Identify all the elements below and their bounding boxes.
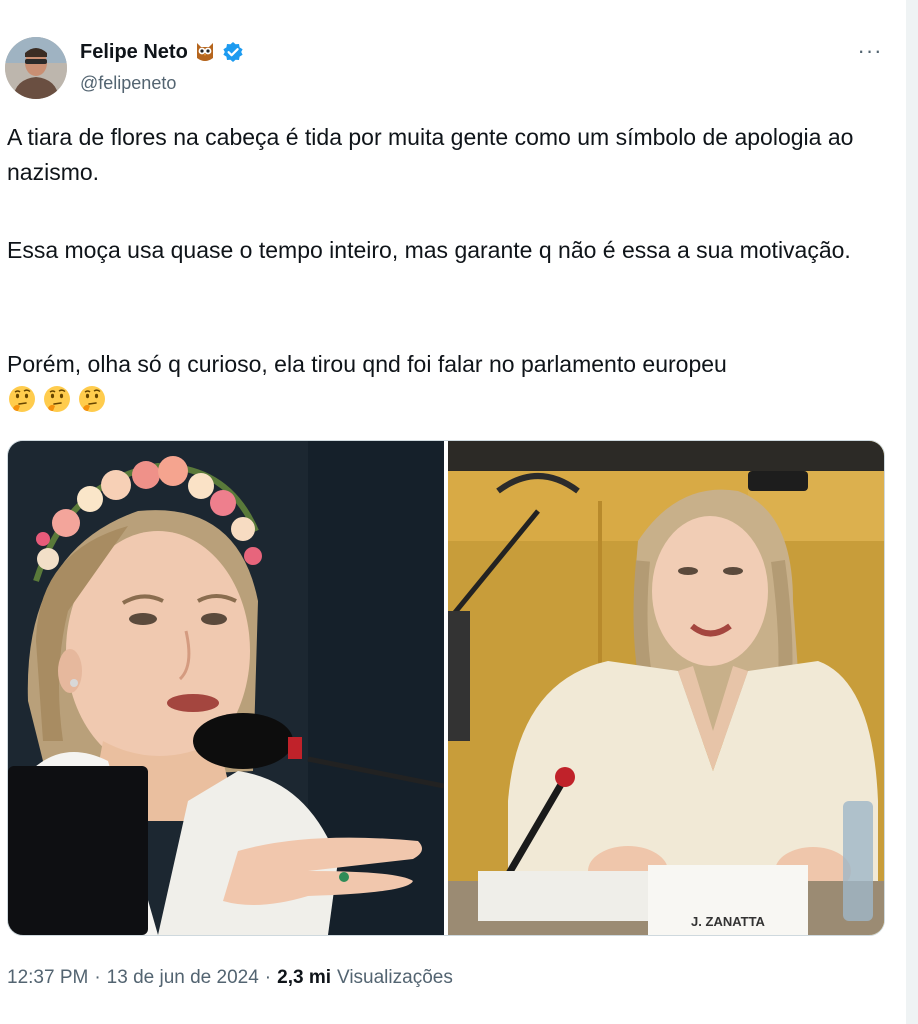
avatar-image [5,37,67,99]
nameplate-text: J. ZANATTA [691,914,766,929]
avatar[interactable] [5,37,67,99]
tweet-meta: 12:37 PM · 13 de jun de 2024 · 2,3 mi Vi… [7,967,453,989]
meta-separator: · [264,967,272,988]
verified-badge-icon [222,41,244,63]
emoji-row [7,384,107,414]
woman-flower-crown-photo [8,441,444,935]
author-handle[interactable]: @felipeneto [80,73,176,94]
media-photo-right[interactable]: J. ZANATTA [448,441,884,935]
media-photo-left[interactable] [8,441,444,935]
author-name-row: Felipe Neto [80,40,244,64]
author-display-name[interactable]: Felipe Neto [80,41,188,64]
more-options-button[interactable]: ··· [852,36,888,66]
tweet-paragraph: A tiara de flores na cabeça é tida por m… [7,124,854,185]
more-options-icon: ··· [857,38,883,63]
woman-parliament-photo: J. ZANATTA [448,441,884,935]
tweet-paragraph: Essa moça usa quase o tempo inteiro, mas… [7,237,851,263]
tweet-date[interactable]: 13 de jun de 2024 [107,967,259,989]
thinking-face-icon [42,384,72,414]
views-label: Visualizações [337,967,453,988]
tweet-card: Felipe Neto @felipeneto ··· A tiara de f… [0,0,906,1024]
meta-separator: · [94,967,101,988]
tweet-time[interactable]: 12:37 PM [7,967,88,989]
thinking-face-icon [77,384,107,414]
tweet-media[interactable]: J. ZANATTA [7,440,885,936]
tweet-paragraph: Porém, olha só q curioso, ela tirou qnd … [7,351,727,377]
right-scroll-rail [906,0,918,1024]
thinking-face-icon [7,384,37,414]
owl-emoji-icon [194,40,216,64]
views-count: 2,3 mi [277,967,331,988]
